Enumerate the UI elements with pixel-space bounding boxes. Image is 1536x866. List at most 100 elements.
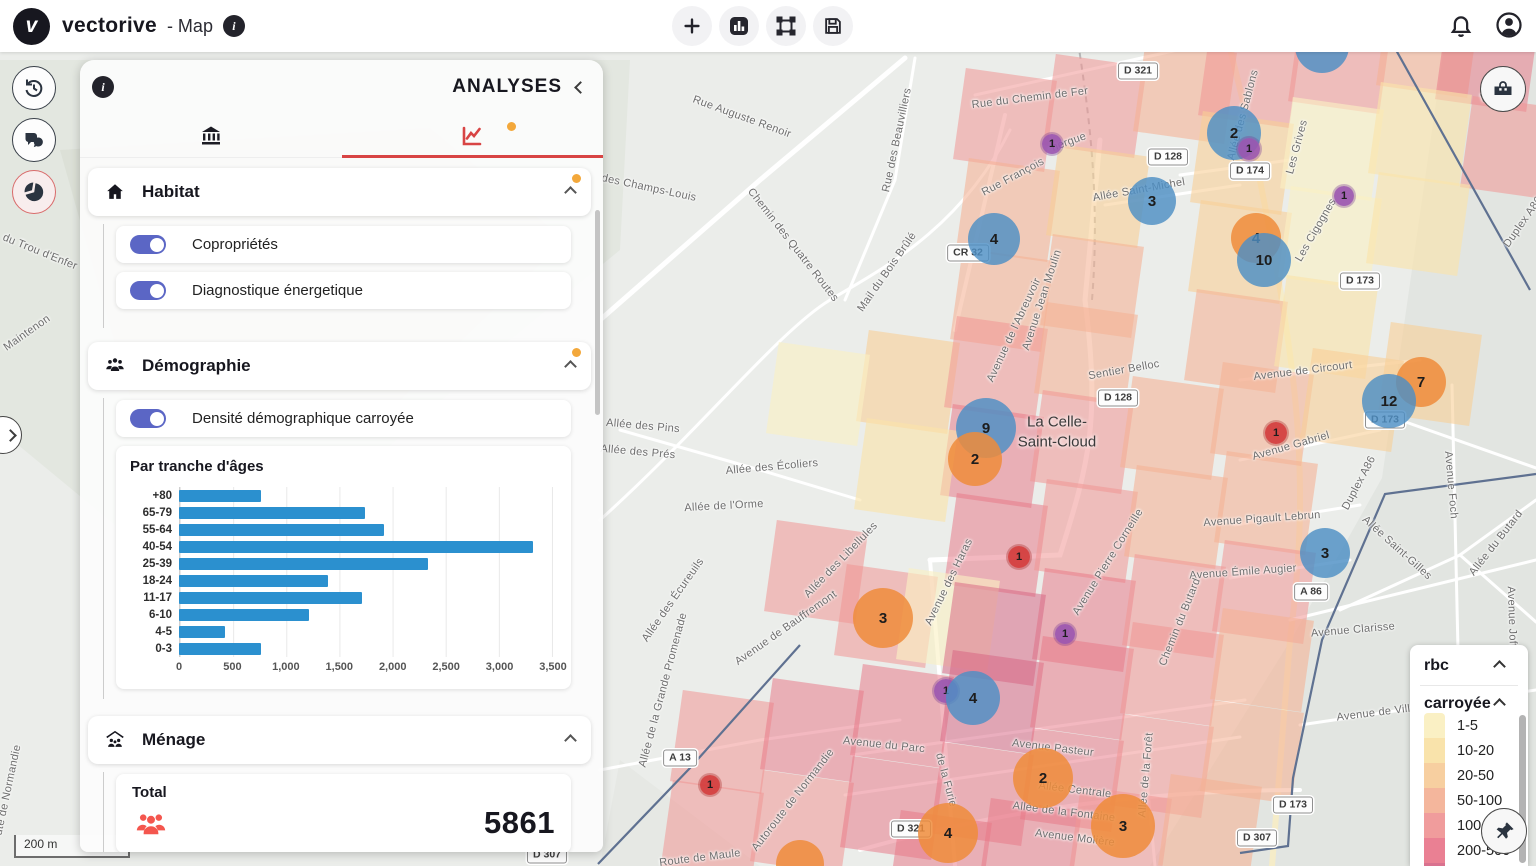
pin-button[interactable] [1481,808,1527,854]
tab-buildings[interactable] [80,114,342,157]
chart-bar-row: 40-54 [130,538,557,555]
home-icon [104,181,126,203]
map-cluster[interactable]: 10 [1237,233,1291,287]
legend-item: 1-5 [1424,713,1518,738]
chart-bar [179,643,261,655]
section-badge-dot [572,348,581,357]
map-cluster[interactable]: 2 [1013,748,1073,808]
chevron-up-icon[interactable] [564,186,577,199]
chart-x-tick: 0 [176,661,182,673]
plus-icon [681,15,703,37]
brand-logo[interactable]: v [13,8,50,45]
map-cluster[interactable]: 3 [1128,177,1176,225]
analytics-pie-button[interactable] [12,170,56,214]
transform-icon [774,14,798,38]
group-icon [132,807,170,841]
chart-x-tick: 1,000 [272,661,300,673]
chart-x-tick: 3,000 [486,661,514,673]
panel-content: Habitat Copropriétés Diagnostique énerge… [80,158,603,852]
section-header-demographie[interactable]: Démographie [88,342,591,390]
chart-category-label: +80 [130,490,172,502]
toggle-switch[interactable] [130,281,166,300]
map-cluster[interactable]: 3 [1300,528,1350,578]
topbar: v vectorive - Map i [0,0,1536,52]
toggle-switch[interactable] [130,409,166,428]
tab-badge-dot [507,122,516,131]
toggle-label: Copropriétés [192,236,278,253]
charts-button[interactable] [719,6,759,46]
history-button[interactable] [12,66,56,110]
chart-category-label: 0-3 [130,643,172,655]
account-icon[interactable] [1494,10,1524,40]
map-cluster[interactable]: 1 [1334,186,1354,206]
section-header-menage[interactable]: Ménage [88,716,591,764]
tab-analytics[interactable] [342,114,604,157]
toggle-switch[interactable] [130,235,166,254]
chevron-up-icon [1493,660,1506,673]
select-area-button[interactable] [766,6,806,46]
save-button[interactable] [813,6,853,46]
legend-item: 20-50 [1424,763,1518,788]
page-info-icon[interactable]: i [223,15,245,37]
section-body-habitat: Copropriétés Diagnostique énergetique [103,224,591,328]
chat-bubbles-icon [22,128,46,152]
map-cluster[interactable]: 1 [1008,546,1030,568]
legend-layer-header[interactable]: carroyée [1424,695,1518,713]
chart-bar [179,609,309,621]
legend-swatch [1424,838,1445,863]
brand-name: vectorive [62,14,157,38]
map-cluster[interactable]: 2 [948,432,1002,486]
panel-scrollbar[interactable] [595,210,600,415]
map-cluster[interactable]: 12 [1362,374,1416,428]
map-cluster[interactable]: 4 [946,671,1000,725]
comments-button[interactable] [12,118,56,162]
age-chart-card: Par tranche d'âges +8065-7955-6440-5425-… [116,446,571,689]
add-button[interactable] [672,6,712,46]
app-root: Rue Auguste RenoirRue des BeauvilliersRu… [0,0,1536,866]
toolbox-button[interactable] [1480,66,1526,112]
map-cluster[interactable]: 1 [1265,422,1287,444]
collapse-panel-icon[interactable] [574,81,587,94]
legend-label: 1-5 [1457,718,1478,734]
toggle-densite-carroyee: Densité démographique carroyée [116,400,571,437]
divider [1420,685,1518,686]
legend-group-title: rbc [1424,657,1449,675]
legend-swatch [1424,763,1445,788]
section-title: Démographie [142,356,251,376]
legend-group-header[interactable]: rbc [1424,657,1518,675]
map-cluster[interactable]: 3 [853,588,913,648]
section-body-menage: Total 5861 [103,772,591,852]
map-cluster[interactable] [776,840,824,866]
section-badge-dot [572,174,581,183]
bank-icon [199,124,223,148]
chevron-up-icon [1493,698,1506,711]
map-cluster[interactable]: 3 [1091,794,1155,858]
chart-bar [179,575,328,587]
chart-x-tick: 1,500 [326,661,354,673]
chart-x-tick: 500 [223,661,241,673]
toggle-label: Densité démographique carroyée [192,410,414,427]
section-title: Habitat [142,182,200,202]
history-icon [22,76,46,100]
notifications-bell-icon[interactable] [1446,10,1476,40]
map-cluster[interactable]: 1 [1042,134,1062,154]
analyses-panel: i ANALYSES Habitat [80,60,603,852]
panel-info-icon[interactable]: i [92,76,114,98]
chart-bar [179,592,362,604]
map-cluster[interactable]: 4 [968,213,1020,265]
toggle-diagnostique-energetique: Diagnostique énergetique [116,272,571,309]
chevron-up-icon[interactable] [564,734,577,747]
map-cluster[interactable]: 4 [918,803,978,863]
household-icon [104,729,126,751]
chart-category-label: 18-24 [130,575,172,587]
line-chart-icon [460,124,484,148]
chart-bar [179,524,384,536]
legend-swatch [1424,738,1445,763]
map-cluster[interactable]: 1 [700,775,720,795]
map-cluster[interactable]: 1 [1238,138,1260,160]
section-header-habitat[interactable]: Habitat [88,168,591,216]
toggle-label: Diagnostique énergetique [192,282,363,299]
map-cluster[interactable]: 1 [1055,624,1075,644]
chart-x-tick: 2,000 [379,661,407,673]
chevron-up-icon[interactable] [564,360,577,373]
